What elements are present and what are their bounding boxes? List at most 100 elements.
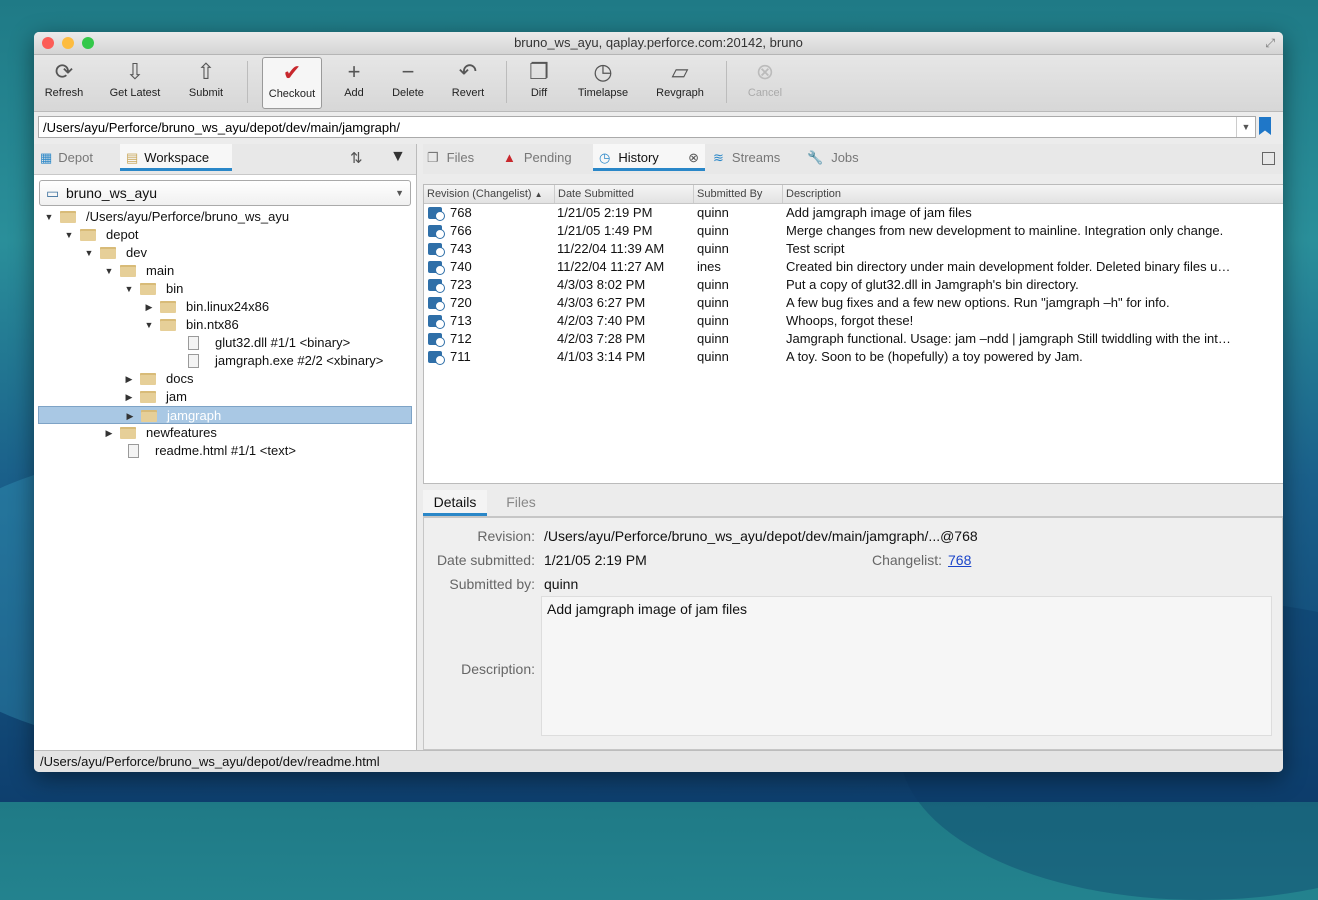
expand-arrow-icon[interactable]: ▶ (144, 298, 154, 316)
toolbar-separator (726, 61, 727, 103)
history-row[interactable]: 743 11/22/04 11:39 AM quinn Test script (424, 240, 1283, 258)
diff-button[interactable]: ❐ Diff (522, 57, 556, 107)
tree-node[interactable]: ▶ jam (34, 388, 416, 406)
checkout-button[interactable]: ✔ Checkout (262, 57, 322, 109)
expand-arrow-icon[interactable]: ▼ (104, 262, 114, 280)
tab-details[interactable]: Details (423, 490, 487, 516)
expand-arrow-icon[interactable]: ▶ (124, 388, 134, 406)
close-tab-icon[interactable]: ⊗ (688, 144, 699, 172)
tab-workspace[interactable]: ▤ Workspace (120, 144, 232, 171)
tree-node-selected[interactable]: ▶ jamgraph (38, 406, 412, 424)
delete-button[interactable]: − Delete (386, 57, 430, 107)
zoom-window-button[interactable] (82, 37, 94, 49)
history-row[interactable]: 720 4/3/03 6:27 PM quinn A few bug fixes an… (424, 294, 1283, 312)
path-combobox[interactable]: ▼ (38, 116, 1256, 138)
expand-arrow-icon[interactable]: ▶ (125, 407, 135, 425)
title-bar: bruno_ws_ayu, qaplay.perforce.com:20142,… (34, 32, 1283, 55)
tab-files[interactable]: ❐ Files (427, 144, 497, 172)
revision-cell: 743 (450, 241, 472, 256)
cancel-button[interactable]: ⊗ Cancel (744, 57, 786, 107)
expand-arrow-icon[interactable]: ▼ (124, 280, 134, 298)
chevron-down-icon[interactable]: ▼ (1236, 117, 1255, 137)
user-cell: quinn (697, 223, 729, 238)
refresh-button[interactable]: ⟳ Refresh (38, 57, 90, 107)
tree-node[interactable]: ▼ bin (34, 280, 416, 298)
filter-icon[interactable]: ▼ (390, 148, 406, 166)
history-row[interactable]: 723 4/3/03 8:02 PM quinn Put a copy of glut… (424, 276, 1283, 294)
folder-icon (140, 373, 156, 385)
cancel-icon: ⊗ (755, 59, 775, 84)
tab-streams[interactable]: ≋ Streams (713, 144, 805, 172)
folder-icon (120, 427, 136, 439)
revision-cell: 713 (450, 313, 472, 328)
revision-cell: 712 (450, 331, 472, 346)
history-row[interactable]: 712 4/2/03 7:28 PM quinn Jamgraph functiona… (424, 330, 1283, 348)
add-button[interactable]: + Add (334, 57, 374, 107)
description-cell: Created bin directory under main develop… (786, 259, 1231, 274)
history-row[interactable]: 768 1/21/05 2:19 PM quinn Add jamgraph imag… (424, 204, 1283, 222)
maximize-panel-icon[interactable] (1262, 152, 1275, 165)
tab-history[interactable]: ◷ History ⊗ (593, 144, 705, 171)
description-label: Description: (461, 661, 535, 677)
tree-node[interactable]: ▶ docs (34, 370, 416, 388)
timelapse-button[interactable]: ◷ Timelapse (574, 57, 632, 107)
close-window-button[interactable] (42, 37, 54, 49)
chevron-down-icon: ▼ (395, 188, 404, 198)
folder-icon (140, 391, 156, 403)
history-row[interactable]: 713 4/2/03 7:40 PM quinn Whoops, forgot the… (424, 312, 1283, 330)
folder-icon (100, 247, 116, 259)
column-header-description[interactable]: Description (783, 185, 1281, 203)
column-header-submitted-by[interactable]: Submitted By (694, 185, 783, 203)
workspace-select[interactable]: ▭ bruno_ws_ayu ▼ (39, 180, 411, 206)
expand-arrow-icon[interactable]: ▼ (44, 208, 54, 226)
description-text[interactable]: Add jamgraph image of jam files (541, 596, 1272, 736)
path-input[interactable] (39, 117, 1227, 137)
get-latest-icon: ⇩ (125, 59, 145, 84)
changelist-link[interactable]: 768 (948, 552, 971, 568)
tree-node[interactable]: ▶ newfeatures (34, 424, 416, 442)
history-row[interactable]: 711 4/1/03 3:14 PM quinn A toy. Soon to be … (424, 348, 1283, 366)
revgraph-button[interactable]: ▱ Revgraph (652, 57, 708, 107)
tree-node[interactable]: jamgraph.exe #2/2 <xbinary> (34, 352, 416, 370)
tree-node[interactable]: readme.html #1/1 <text> (34, 442, 416, 460)
date-value: 1/21/05 2:19 PM (544, 552, 647, 568)
column-header-date[interactable]: Date Submitted (555, 185, 694, 203)
minimize-window-button[interactable] (62, 37, 74, 49)
history-row[interactable]: 766 1/21/05 1:49 PM quinn Merge changes fro… (424, 222, 1283, 240)
user-cell: quinn (697, 241, 729, 256)
get-latest-button[interactable]: ⇩ Get Latest (106, 57, 164, 107)
revision-icon (428, 279, 445, 293)
streams-icon: ≋ (713, 150, 724, 165)
tree-node[interactable]: glut32.dll #1/1 <binary> (34, 334, 416, 352)
tab-detail-files[interactable]: Files (489, 490, 553, 514)
tab-pending[interactable]: ▲ Pending (503, 144, 589, 172)
tab-jobs[interactable]: 🔧 Jobs (807, 144, 875, 172)
column-header-revision[interactable]: Revision (Changelist) ▲ (424, 185, 555, 203)
expand-arrow-icon[interactable]: ▶ (124, 370, 134, 388)
tree-node[interactable]: ▼ bin.ntx86 (34, 316, 416, 334)
revision-icon (428, 351, 445, 365)
tree-node[interactable]: ▼/Users/ayu/Perforce/bruno_ws_ayu (34, 208, 416, 226)
fullscreen-icon[interactable]: ⤢ (1265, 32, 1275, 54)
tab-depot[interactable]: ▦ Depot (40, 144, 118, 172)
checkmark-icon: ✔ (282, 60, 302, 85)
tree-node[interactable]: ▼ main (34, 262, 416, 280)
submit-button[interactable]: ⇧ Submit (182, 57, 230, 107)
revision-cell: 740 (450, 259, 472, 274)
bookmark-icon[interactable] (1259, 117, 1271, 135)
expand-arrow-icon[interactable]: ▼ (84, 244, 94, 262)
tree-node[interactable]: ▼ dev (34, 244, 416, 262)
user-cell: quinn (697, 349, 729, 364)
expand-arrow-icon[interactable]: ▶ (104, 424, 114, 442)
tree-node[interactable]: ▼ depot (34, 226, 416, 244)
history-row[interactable]: 740 11/22/04 11:27 AM ines Created bin dire… (424, 258, 1283, 276)
sort-icon[interactable]: ⇅ (350, 149, 363, 167)
expand-arrow-icon[interactable]: ▼ (144, 316, 154, 334)
expand-arrow-icon[interactable]: ▼ (64, 226, 74, 244)
refresh-icon: ⟳ (54, 59, 74, 84)
app-window: bruno_ws_ayu, qaplay.perforce.com:20142,… (34, 32, 1283, 772)
folder-icon (160, 319, 176, 331)
sort-ascending-icon: ▲ (534, 190, 543, 199)
revert-button[interactable]: ↶ Revert (446, 57, 490, 107)
tree-node[interactable]: ▶ bin.linux24x86 (34, 298, 416, 316)
